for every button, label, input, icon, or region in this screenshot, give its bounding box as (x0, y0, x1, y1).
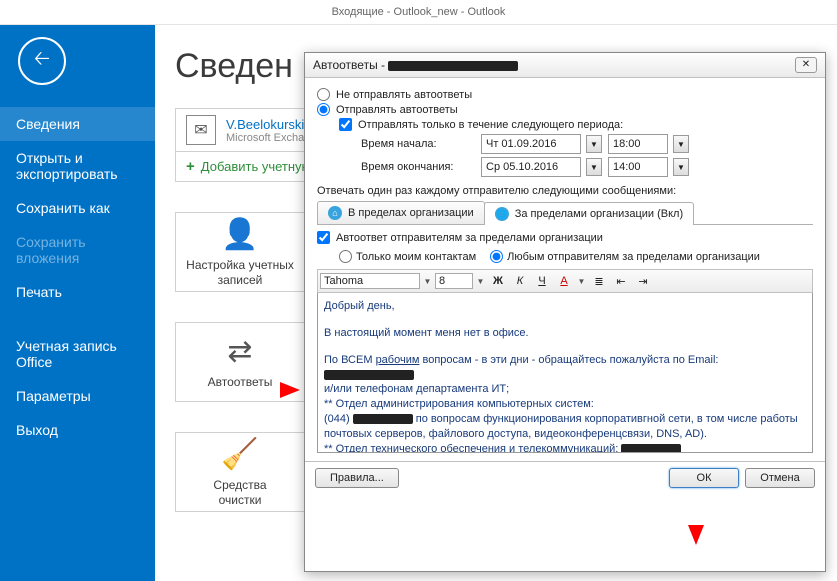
dialog-close-button[interactable]: ✕ (795, 57, 817, 73)
globe-icon: 🌐 (495, 207, 509, 221)
dialog-titlebar: Автоответы - ✕ (305, 53, 825, 78)
rules-button[interactable]: Правила... (315, 468, 399, 488)
account-settings-button[interactable]: 👤 Настройка учетныхзаписей (175, 212, 305, 292)
ok-button[interactable]: ОК (669, 468, 739, 488)
underline-button[interactable]: Ч (532, 272, 552, 290)
font-size-combo[interactable]: 8 (435, 273, 473, 289)
font-color-button[interactable]: А (554, 272, 574, 290)
start-label: Время начала: (361, 138, 481, 150)
bullets-button[interactable]: ≣ (589, 272, 609, 290)
chevron-down-icon[interactable]: ▼ (673, 158, 689, 176)
bold-button[interactable]: Ж (488, 272, 508, 290)
outdent-button[interactable]: ⇤ (611, 272, 631, 290)
radio-contacts-only[interactable]: Только моим контактам (339, 250, 476, 263)
end-time-combo[interactable]: 14:00 (608, 157, 668, 177)
annotation-arrow-down (688, 525, 704, 545)
radio-any-sender[interactable]: Любым отправителям за пределами организа… (490, 250, 760, 263)
check-reply-outside[interactable]: Автоответ отправителям за пределами орга… (317, 231, 813, 244)
sidebar-item-options[interactable]: Параметры (0, 379, 155, 413)
chevron-down-icon[interactable]: ▼ (475, 272, 486, 290)
reply-once-label: Отвечать один раз каждому отправителю сл… (317, 185, 813, 197)
exchange-icon: ✉ (186, 115, 216, 145)
backstage-sidebar: 🡠 Сведения Открыть и экспортировать Сохр… (0, 25, 155, 581)
window-title: Входящие - Outlook_new - Outlook (0, 0, 837, 25)
chevron-down-icon[interactable]: ▼ (673, 135, 689, 153)
dialog-title-text: Автоответы - (313, 58, 388, 72)
sidebar-item-open-export[interactable]: Открыть и экспортировать (0, 141, 155, 191)
cancel-button[interactable]: Отмена (745, 468, 815, 488)
sidebar-item-office-account[interactable]: Учетная запись Office (0, 329, 155, 379)
sidebar-item-save-as[interactable]: Сохранить как (0, 191, 155, 225)
start-date-combo[interactable]: Чт 01.09.2016 (481, 134, 581, 154)
end-date-combo[interactable]: Ср 05.10.2016 (481, 157, 581, 177)
format-toolbar: Tahoma▼ 8▼ Ж К Ч А▼ ≣ ⇤ ⇥ (317, 269, 813, 293)
end-label: Время окончания: (361, 161, 481, 173)
autoreply-dialog: Автоответы - ✕ Не отправлять автоответы … (304, 52, 826, 572)
indent-button[interactable]: ⇥ (633, 272, 653, 290)
font-combo[interactable]: Tahoma (320, 273, 420, 289)
radio-send[interactable]: Отправлять автоответы (317, 103, 813, 116)
chevron-down-icon[interactable]: ▼ (586, 135, 602, 153)
radio-dont-send[interactable]: Не отправлять автоответы (317, 88, 813, 101)
add-account-label: Добавить учетную (201, 159, 312, 174)
chevron-down-icon[interactable]: ▼ (586, 158, 602, 176)
sidebar-item-save-attachments: Сохранить вложения (0, 225, 155, 275)
sidebar-item-info[interactable]: Сведения (0, 107, 155, 141)
back-button[interactable]: 🡠 (18, 37, 66, 85)
cleanup-icon: 🧹 (221, 437, 258, 472)
chevron-down-icon[interactable]: ▼ (576, 272, 587, 290)
chevron-down-icon[interactable]: ▼ (422, 272, 433, 290)
plus-icon: + (186, 158, 195, 175)
autoreply-icon: ⇄ (227, 334, 252, 369)
user-settings-icon: 👤 (221, 217, 258, 252)
annotation-arrow-right (280, 382, 300, 398)
sidebar-item-exit[interactable]: Выход (0, 413, 155, 447)
italic-button[interactable]: К (510, 272, 530, 290)
cleanup-tools-button[interactable]: 🧹 Средстваочистки (175, 432, 305, 512)
message-editor[interactable]: Добрый день, В настоящий момент меня нет… (317, 293, 813, 453)
check-period[interactable]: Отправлять только в течение следующего п… (317, 118, 813, 131)
start-time-combo[interactable]: 18:00 (608, 134, 668, 154)
sidebar-item-print[interactable]: Печать (0, 275, 155, 309)
tab-outside-org[interactable]: 🌐 За пределами организации (Вкл) (484, 202, 694, 225)
tab-inside-org[interactable]: ⌂ В пределах организации (317, 201, 485, 224)
org-icon: ⌂ (328, 206, 342, 220)
